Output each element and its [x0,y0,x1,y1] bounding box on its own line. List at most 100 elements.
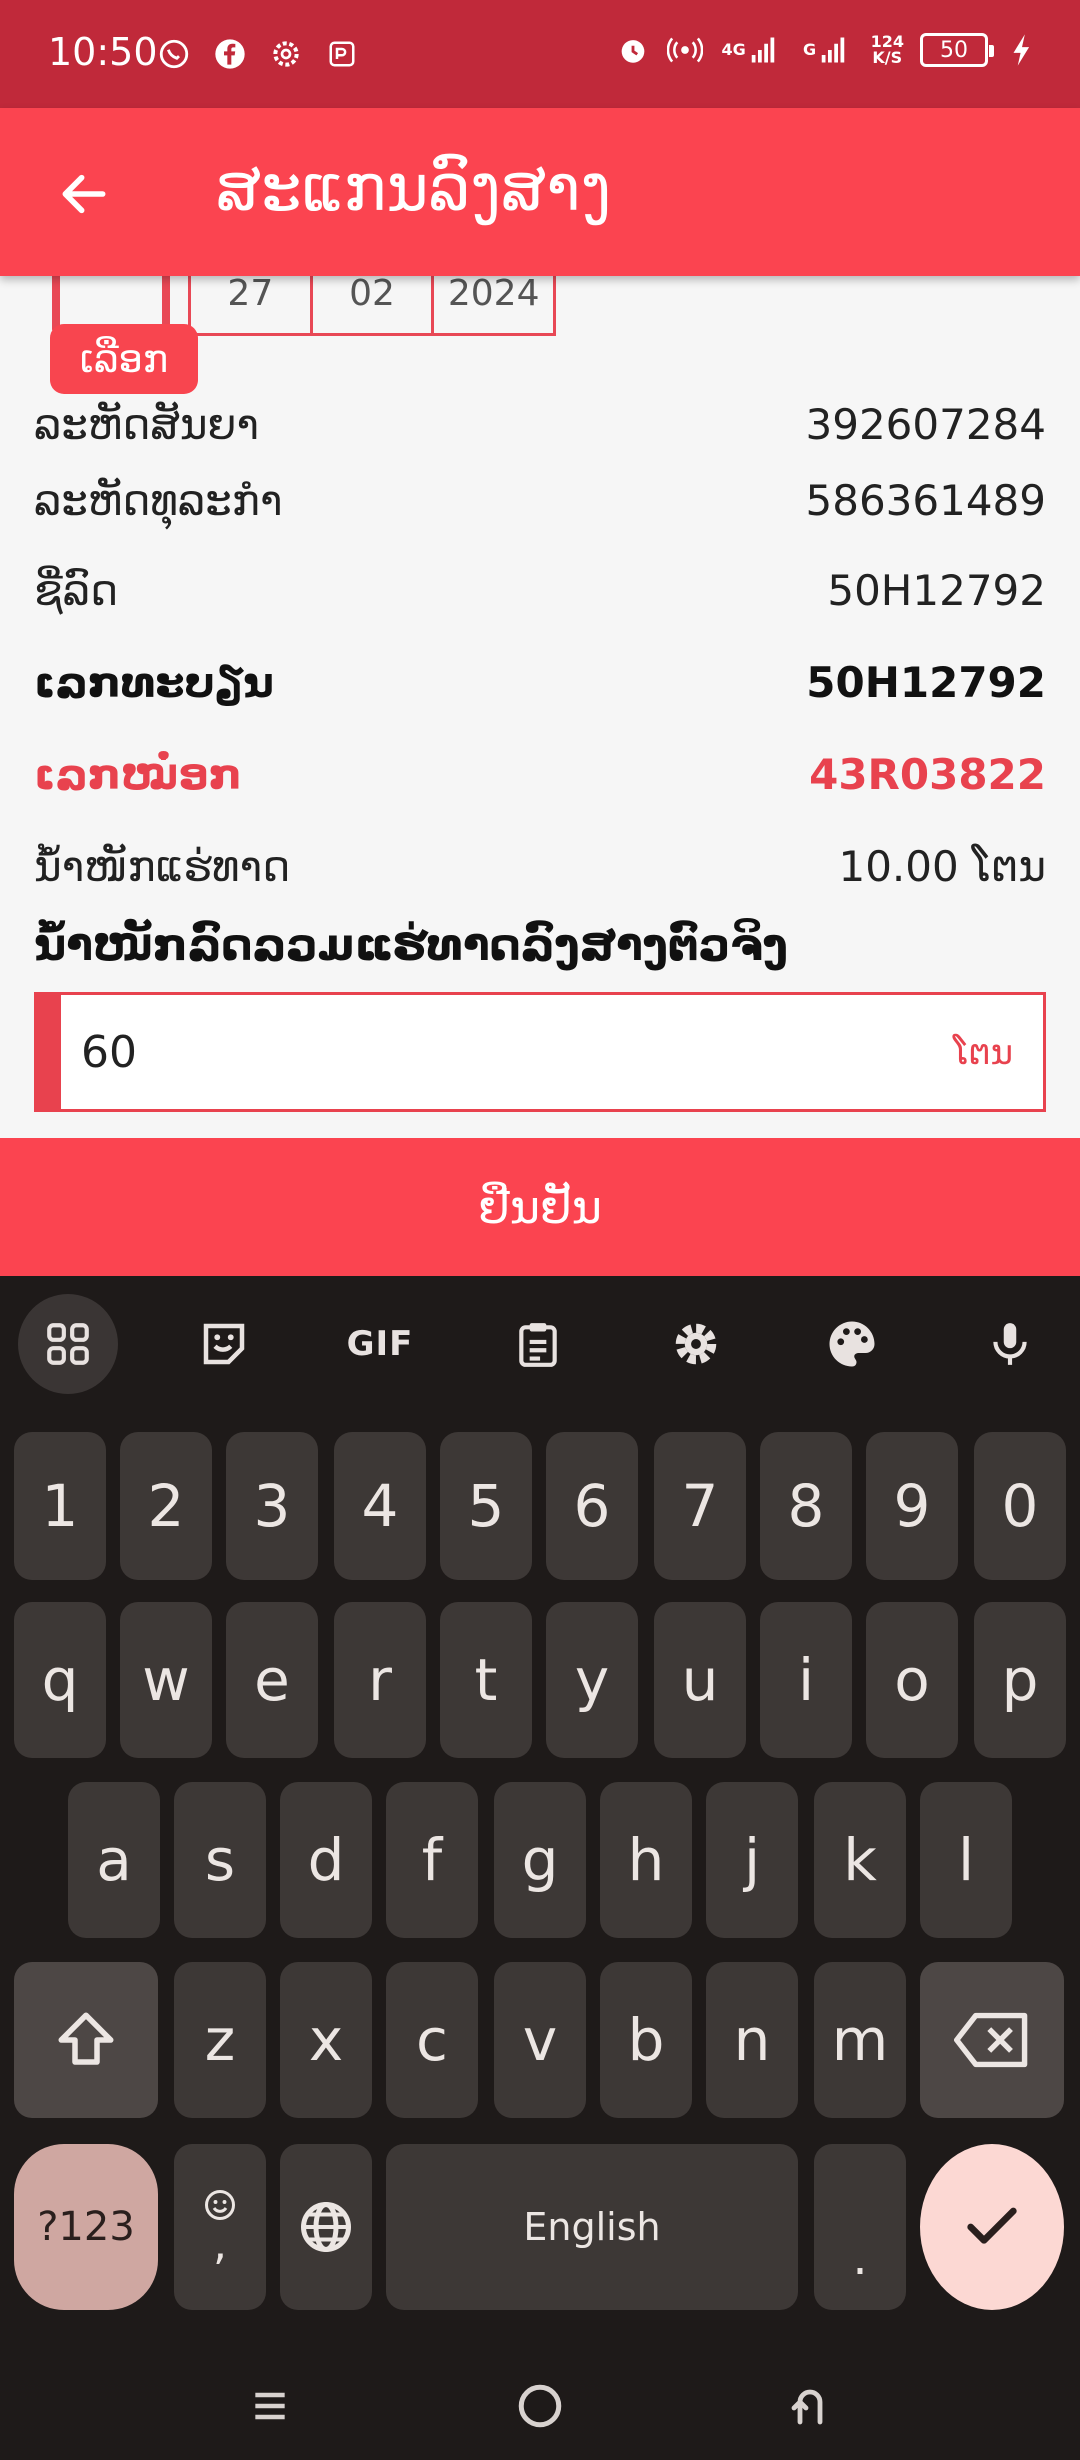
checkmark-icon [967,2207,1017,2244]
settings-gear-icon [268,34,304,74]
key-i[interactable]: i [760,1602,852,1758]
detail-row-trailer-number: ເລກໝໍ່ອກ 43R03822 [34,750,1046,799]
detail-row-contract-code: ລະຫັດສັນຍາ 392607284 [34,400,1046,449]
whatsapp-icon [156,34,192,74]
space-bar[interactable]: English [386,2144,798,2310]
key-v[interactable]: v [494,1962,586,2118]
battery-level: 50 [940,37,968,63]
alarm-icon [615,30,651,70]
key-b[interactable]: b [600,1962,692,2118]
recents-button[interactable] [240,2376,300,2436]
signal-g-icon: G [795,30,855,70]
status-bar: 10:50 4G G 124 K/S 50 [0,0,1080,108]
backspace-icon [954,2012,1028,2068]
status-right-icons: 4G G 124 K/S 50 [615,30,1040,70]
key-5[interactable]: 5 [440,1432,532,1580]
key-h[interactable]: h [600,1782,692,1938]
detail-label: ລະຫັດທຸລະກຳ [34,476,283,525]
microphone-icon[interactable] [960,1294,1060,1394]
confirm-button[interactable]: ຢືນຢັນ [0,1138,1080,1276]
input-accent-bar [37,995,61,1109]
signal-4g-icon: 4G [719,30,779,70]
detail-row-mineral-weight: ນ້ຳໜັກແຮ່ທາດ 10.00 ໂຕນ [34,842,1046,891]
key-a[interactable]: a [68,1782,160,1938]
period-key[interactable]: . [814,2144,906,2310]
select-date-button[interactable]: ເລືອກ [50,324,198,394]
weight-field-label: ນ້ຳໜັກລົດລວມແຮ່ທາດລົງສາງຕົວຈິງ [34,920,788,971]
key-6[interactable]: 6 [546,1432,638,1580]
shift-icon [58,2012,114,2065]
detail-value: 50H12792 [827,566,1046,615]
key-1[interactable]: 1 [14,1432,106,1580]
key-4[interactable]: 4 [334,1432,426,1580]
key-9[interactable]: 9 [866,1432,958,1580]
home-button[interactable] [510,2376,570,2436]
key-u[interactable]: u [654,1602,746,1758]
key-x[interactable]: x [280,1962,372,2118]
clipboard-icon[interactable] [488,1294,588,1394]
key-r[interactable]: r [334,1602,426,1758]
gif-button[interactable]: GIF [330,1294,430,1394]
key-0[interactable]: 0 [974,1432,1066,1580]
key-p[interactable]: p [974,1602,1066,1758]
key-l[interactable]: l [920,1782,1012,1938]
sticker-icon[interactable] [174,1294,274,1394]
gif-label: GIF [346,1324,414,1364]
apps-grid-icon[interactable] [18,1294,118,1394]
globe-icon [301,2202,351,2252]
key-m[interactable]: m [814,1962,906,2118]
scan-form: 27 02 2024 ເລືອກ ລະຫັດສັນຍາ 392607284 ລະ… [0,230,1080,1130]
detail-label: ລະຫັດສັນຍາ [34,400,260,449]
key-e[interactable]: e [226,1602,318,1758]
weight-input-container[interactable]: ໂຕນ [34,992,1046,1112]
key-3[interactable]: 3 [226,1432,318,1580]
back-button[interactable] [48,158,120,230]
key-2[interactable]: 2 [120,1432,212,1580]
detail-value: 10.00 ໂຕນ [838,842,1046,891]
detail-row-transaction-code: ລະຫັດທຸລະກຳ 586361489 [34,476,1046,525]
detail-value: 586361489 [805,476,1047,525]
key-n[interactable]: n [706,1962,798,2118]
arrow-left-icon [62,174,106,214]
back-nav-button[interactable] [780,2376,840,2436]
key-d[interactable]: d [280,1782,372,1938]
key-c[interactable]: c [386,1962,478,2118]
emoji-comma-key[interactable]: , [174,2144,266,2310]
key-f[interactable]: f [386,1782,478,1938]
language-key[interactable] [280,2144,372,2310]
enter-key[interactable] [920,2144,1064,2310]
backspace-key[interactable] [920,1962,1064,2118]
net-speed-unit: K/S [872,48,903,67]
key-t[interactable]: t [440,1602,532,1758]
key-w[interactable]: w [120,1602,212,1758]
key-g[interactable]: g [494,1782,586,1938]
net-speed: 124 K/S [871,34,904,66]
detail-value: 43R03822 [809,750,1046,799]
weight-unit-suffix: ໂຕນ [953,1033,1013,1073]
symbols-key[interactable]: ?123 [14,2144,158,2310]
back-arch-icon [791,2389,823,2425]
key-q[interactable]: q [14,1602,106,1758]
key-s[interactable]: s [174,1782,266,1938]
status-time: 10:50 [48,30,158,74]
soft-keyboard: GIF 1 2 3 4 5 6 7 8 9 0 q w e r t y u i … [0,1276,1080,2460]
key-y[interactable]: y [546,1602,638,1758]
key-j[interactable]: j [706,1782,798,1938]
palette-icon[interactable] [802,1294,902,1394]
key-8[interactable]: 8 [760,1432,852,1580]
app-bar: ສະແກນລົງສາງ [0,108,1080,276]
key-o[interactable]: o [866,1602,958,1758]
emoji-icon [205,2190,235,2220]
shift-key[interactable] [14,1962,158,2118]
key-z[interactable]: z [174,1962,266,2118]
keyboard-toolbar: GIF [0,1276,1080,1406]
comma-label: , [213,2219,227,2270]
settings-icon[interactable] [646,1294,746,1394]
key-k[interactable]: k [814,1782,906,1938]
page-title: ສະແກນລົງສາງ [216,152,612,226]
weight-input[interactable] [81,1017,861,1087]
detail-row-vehicle-name: ຊື່ລົດ 50H12792 [34,566,1046,615]
menu-lines-icon [255,2392,285,2420]
key-7[interactable]: 7 [654,1432,746,1580]
hotspot-icon [666,30,703,70]
